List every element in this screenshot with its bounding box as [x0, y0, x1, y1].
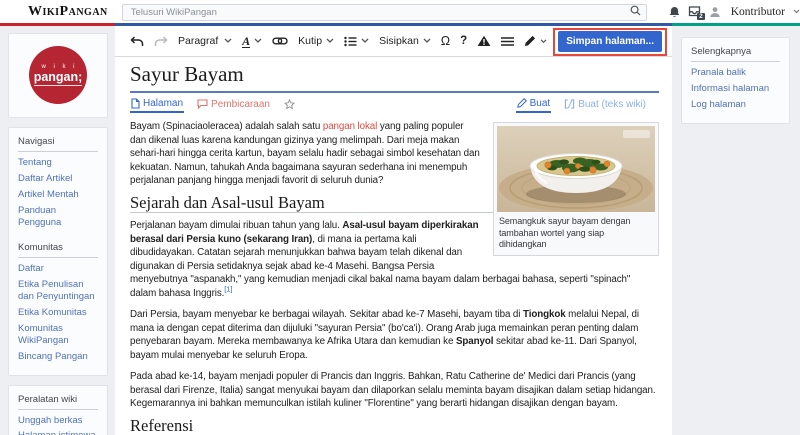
sidebar-item-daftar[interactable]: Daftar: [18, 263, 98, 275]
search-bar[interactable]: [121, 2, 647, 21]
editor-toolbar: Paragraf A Kutip Sisipkan Ω ? Simpan hal…: [115, 26, 672, 57]
chevron-down-icon[interactable]: [793, 9, 800, 14]
sidebar-item-komunitas-wikipangan[interactable]: Komunitas WikiPangan: [18, 323, 98, 347]
special-character-button[interactable]: Ω: [436, 34, 455, 48]
figure-caption: Semangkuk sayur bayam dengan tambahan wo…: [499, 216, 631, 250]
top-bar: WikiPangan 2 Kontributor: [0, 0, 800, 23]
sidebar-item-etika-komunitas[interactable]: Etika Komunitas: [18, 307, 98, 319]
logo-card: w i k i pangan;: [8, 33, 108, 118]
sidebar-section-title: Komunitas: [18, 242, 98, 259]
sidebar-item-daftar-artikel[interactable]: Daftar Artikel: [18, 173, 98, 185]
sidebar-item-tentang[interactable]: Tentang: [18, 157, 98, 169]
article-figure: Semangkuk sayur bayam dengan tambahan wo…: [493, 122, 659, 256]
wikipangan-app: WikiPangan 2 Kontributor: [0, 0, 800, 435]
sidebar-section-title: Peralatan wiki: [18, 394, 98, 410]
bell-icon[interactable]: [669, 6, 680, 18]
pencil-icon: [516, 98, 527, 108]
sidebar-item-panduan-pengguna[interactable]: Panduan Pengguna: [18, 205, 98, 229]
list-format-dropdown[interactable]: [339, 36, 374, 47]
insert-dropdown[interactable]: Sisipkan: [374, 35, 436, 47]
sidebar-section-title: Navigasi: [18, 136, 98, 152]
search-input[interactable]: [121, 4, 647, 21]
user-avatar-icon: [709, 6, 721, 18]
more-card: Selengkapnya Pranala balik Informasi hal…: [681, 37, 790, 124]
tab-halaman[interactable]: Halaman: [130, 95, 185, 113]
right-sidebar: Selengkapnya Pranala balik Informasi hal…: [672, 26, 800, 435]
tab-buat[interactable]: Buat: [515, 95, 552, 113]
search-icon[interactable]: [630, 5, 641, 16]
nav-card: Navigasi Tentang Daftar Artikel Artikel …: [8, 127, 108, 376]
sidebar-item-artikel-mentah[interactable]: Artikel Mentah: [18, 189, 98, 201]
logo-main-text: pangan;: [33, 70, 83, 86]
main-column: Paragraf A Kutip Sisipkan Ω ? Simpan hal…: [115, 26, 672, 435]
history-paragraph-3: Pada abad ke-14, bayam menjadi populer d…: [130, 371, 656, 409]
inbox-tray-icon[interactable]: 2: [688, 6, 705, 20]
help-button[interactable]: ?: [455, 35, 472, 47]
article-area: Sayur Bayam Halaman Pembicaraan Buat Bua…: [115, 57, 672, 435]
bullet-list-icon: [344, 36, 357, 46]
chevron-down-icon: [361, 38, 369, 43]
undo-button[interactable]: [125, 35, 149, 47]
sidebar-item-halaman-istimewa[interactable]: Halaman istimewa: [18, 430, 98, 435]
hamburger-icon: [501, 36, 515, 46]
chevron-down-icon: [540, 38, 547, 43]
notices-warning-button[interactable]: [472, 35, 496, 47]
section-heading-referensi: Referensi: [130, 417, 659, 435]
wiki-logo[interactable]: w i k i pangan;: [29, 46, 87, 104]
soup-bowl-photo: [497, 126, 655, 212]
page-title: Sayur Bayam: [130, 62, 659, 93]
sidebar-item-unggah-berkas[interactable]: Unggah berkas: [18, 415, 98, 427]
tab-pembicaraan[interactable]: Pembicaraan: [196, 96, 271, 112]
pencil-icon: [525, 35, 536, 46]
chevron-down-icon: [224, 38, 232, 43]
article-image[interactable]: [497, 126, 655, 212]
chevron-down-icon: [326, 38, 334, 43]
redlink-pangan-lokal[interactable]: pangan lokal: [323, 121, 377, 132]
user-tools: 2 Kontributor: [669, 6, 800, 20]
sidebar-item-pranala-balik[interactable]: Pranala balik: [691, 67, 780, 79]
redo-button[interactable]: [149, 35, 173, 47]
talk-bubble-icon: [197, 99, 208, 109]
sidebar-item-log-halaman[interactable]: Log halaman: [691, 99, 780, 111]
page-icon: [131, 97, 140, 109]
sidebar-item-etika-penulisan[interactable]: Etika Penulisan dan Penyuntingan: [18, 279, 98, 303]
editing-mode-dropdown[interactable]: [519, 35, 552, 47]
chevron-down-icon: [254, 38, 262, 43]
link-button[interactable]: [267, 36, 293, 46]
watch-star-icon[interactable]: [283, 96, 296, 112]
sidebar-item-bincang-pangan[interactable]: Bincang Pangan: [18, 351, 98, 363]
wikitext-icon: [565, 99, 575, 109]
notification-badge: 2: [697, 13, 705, 20]
reference-link-1[interactable]: [1]: [224, 284, 232, 293]
save-page-button[interactable]: Simpan halaman...: [558, 30, 662, 52]
left-sidebar: w i k i pangan; Navigasi Tentang Daftar …: [0, 26, 115, 435]
page-tabs: Halaman Pembicaraan Buat Buat (teks wiki…: [130, 93, 659, 114]
tools-card: Peralatan wiki Unggah berkas Halaman ist…: [8, 384, 108, 435]
article-content: Semangkuk sayur bayam dengan tambahan wo…: [130, 120, 659, 435]
paragraph-format-dropdown[interactable]: Paragraf: [173, 35, 237, 47]
page-options-menu-button[interactable]: [496, 36, 519, 46]
sidebar-item-informasi-halaman[interactable]: Informasi halaman: [691, 83, 780, 95]
tab-buat-teks-wiki[interactable]: Buat (teks wiki): [563, 96, 647, 112]
user-menu-label[interactable]: Kontributor: [731, 6, 785, 18]
site-wordmark[interactable]: WikiPangan: [28, 4, 108, 20]
text-style-dropdown[interactable]: A: [237, 35, 267, 48]
chevron-down-icon: [423, 38, 431, 43]
more-section-title: Selengkapnya: [691, 46, 780, 62]
history-paragraph-2: Dari Persia, bayam menyebar ke berbagai …: [130, 309, 639, 361]
cite-dropdown[interactable]: Kutip: [293, 35, 339, 47]
